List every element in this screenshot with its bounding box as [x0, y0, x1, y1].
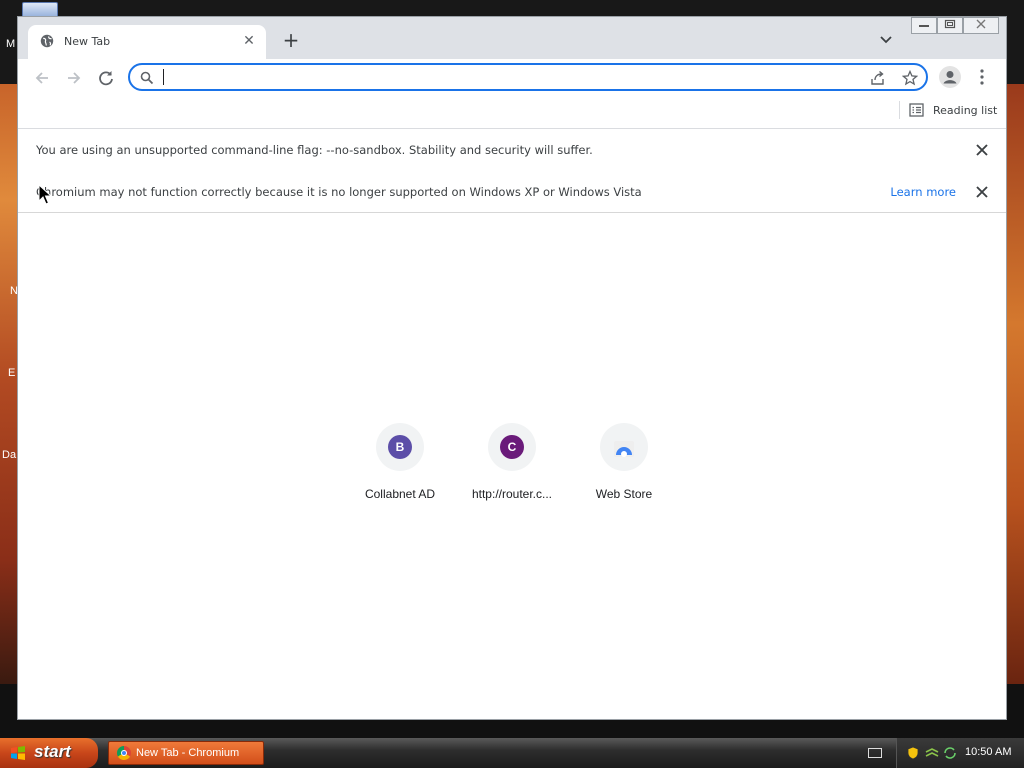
minimize-icon	[919, 25, 929, 27]
start-label: start	[34, 742, 71, 761]
desktop-icon-label[interactable]: M	[6, 38, 15, 50]
person-icon	[943, 71, 957, 84]
arrow-right-icon[interactable]	[63, 67, 85, 89]
infobar-sandbox-warning: You are using an unsupported command-lin…	[18, 129, 1006, 172]
new-tab-button[interactable]: +	[280, 29, 302, 51]
arrow-left-icon[interactable]	[31, 67, 53, 89]
network-icon[interactable]	[925, 746, 939, 760]
globe-icon	[40, 34, 54, 48]
start-button[interactable]: start	[0, 738, 98, 768]
clock[interactable]: 10:50 AM	[965, 746, 1011, 758]
reading-list-label: Reading list	[933, 104, 998, 117]
desktop-wallpaper-strip	[1004, 84, 1024, 684]
search-icon	[140, 71, 154, 85]
desktop-icon-label[interactable]: E	[8, 367, 15, 379]
restore-icon	[944, 19, 956, 29]
mouse-cursor-icon	[38, 184, 52, 205]
shortcut-icon: C	[488, 423, 536, 471]
bookmarks-bar: Reading list	[18, 95, 1006, 129]
star-icon[interactable]	[902, 70, 918, 86]
close-window-button[interactable]	[963, 17, 999, 34]
shield-icon[interactable]	[907, 746, 919, 760]
bookmarks-separator	[899, 101, 900, 119]
reload-icon[interactable]	[95, 67, 117, 89]
taskbar-item-label: New Tab - Chromium	[136, 747, 240, 759]
shortcut-title: http://router.c...	[471, 487, 553, 501]
toolbar	[18, 59, 1006, 95]
shortcut-letter: B	[388, 435, 412, 459]
close-icon	[976, 19, 986, 29]
shortcut-tile[interactable]: Web Store	[568, 423, 680, 513]
desktop-icon-label[interactable]: Da	[2, 449, 16, 461]
shortcut-title: Web Store	[595, 487, 653, 501]
infobar-unsupported-os: Chromium may not function correctly beca…	[18, 171, 1006, 214]
keyboard-icon[interactable]	[868, 748, 882, 758]
taskbar-item-chromium[interactable]: New Tab - Chromium	[108, 741, 264, 765]
tab-strip: New Tab ✕ +	[18, 17, 1006, 59]
list-icon	[909, 103, 924, 117]
browser-window: New Tab ✕ + Reading list You are using a…	[17, 16, 1007, 720]
maximize-button[interactable]	[937, 17, 963, 34]
profile-button[interactable]	[939, 66, 961, 88]
shortcut-tile[interactable]: B Collabnet AD	[344, 423, 456, 513]
minimize-button[interactable]	[911, 17, 937, 34]
address-bar[interactable]	[128, 63, 928, 91]
infobar-message: Chromium may not function correctly beca…	[36, 185, 642, 199]
shortcut-title: Collabnet AD	[364, 487, 436, 501]
shortcut-tile[interactable]: C http://router.c...	[456, 423, 568, 513]
tab-close-button[interactable]: ✕	[240, 32, 258, 50]
windows-flag-icon	[11, 746, 25, 760]
chromium-icon	[117, 746, 131, 760]
web-store-icon	[600, 423, 648, 471]
shortcut-letter: C	[500, 435, 524, 459]
kebab-menu-icon[interactable]	[976, 67, 988, 87]
learn-more-link[interactable]: Learn more	[890, 185, 956, 199]
close-icon[interactable]	[974, 184, 990, 200]
tab-title: New Tab	[64, 35, 111, 48]
infobar-message: You are using an unsupported command-lin…	[36, 143, 593, 157]
taskbar: start New Tab - Chromium 10:50 AM	[0, 738, 1024, 768]
close-icon[interactable]	[974, 142, 990, 158]
sync-icon[interactable]	[943, 746, 957, 760]
text-caret	[163, 69, 164, 85]
address-input[interactable]	[162, 68, 856, 88]
web-store-glyph	[614, 441, 634, 457]
tab-new-tab[interactable]: New Tab ✕	[28, 25, 266, 59]
shortcut-icon: B	[376, 423, 424, 471]
share-icon[interactable]	[870, 70, 886, 86]
system-tray: 10:50 AM	[896, 738, 1024, 768]
new-tab-page: B Collabnet AD C http://router.c... Web …	[18, 213, 1006, 719]
chevron-down-icon[interactable]	[876, 31, 896, 49]
